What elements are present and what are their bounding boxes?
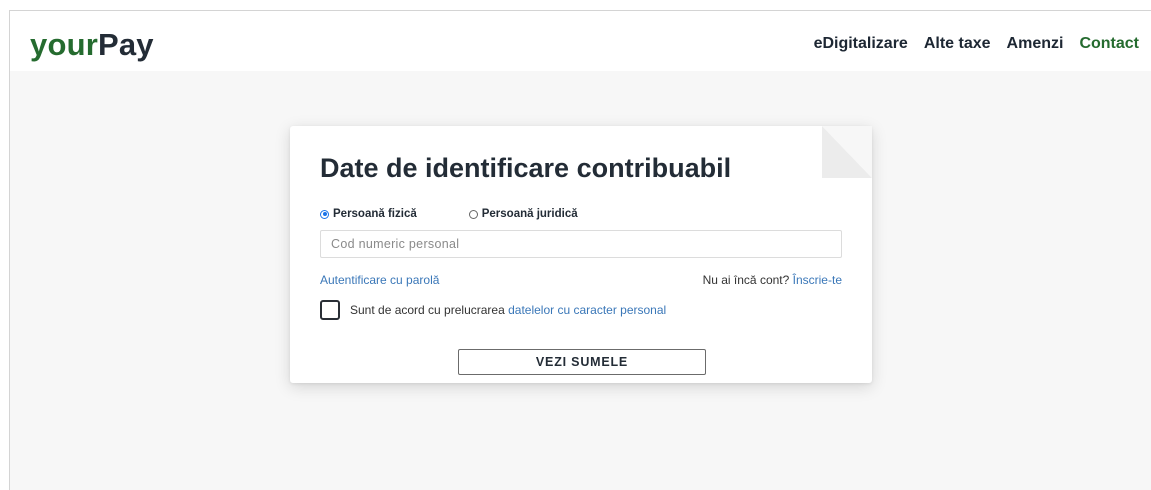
radio-individual[interactable]: Persoană fizică	[320, 208, 417, 220]
logo[interactable]: yourPay	[30, 27, 154, 63]
radio-company[interactable]: Persoană juridică	[468, 208, 578, 220]
signup-link[interactable]: Înscrie-te	[793, 273, 842, 287]
consent-checkbox[interactable]	[320, 300, 340, 320]
nav-amenzi[interactable]: Amenzi	[1007, 34, 1064, 54]
cnp-input[interactable]	[320, 230, 842, 258]
person-type-group: Persoană fizică Persoană juridică	[320, 208, 578, 220]
radio-unchecked-icon[interactable]	[468, 209, 478, 219]
logo-pay: Pay	[97, 27, 154, 62]
page-frame: yourPay eDigitalizare Alte taxe Amenzi C…	[9, 10, 1151, 490]
header: yourPay eDigitalizare Alte taxe Amenzi C…	[10, 11, 1151, 71]
nav-edigitalizare[interactable]: eDigitalizare	[814, 34, 908, 54]
radio-individual-label: Persoană fizică	[333, 208, 417, 220]
nav-contact[interactable]: Contact	[1079, 34, 1139, 54]
radio-company-label: Persoană juridică	[481, 208, 578, 220]
personal-data-link[interactable]: datelelor cu caracter personal	[508, 303, 666, 317]
see-amounts-button[interactable]: VEZI SUMELE	[458, 349, 706, 375]
radio-checked-icon[interactable]	[320, 209, 329, 219]
consent-label: Sunt de acord cu prelucrarea	[350, 303, 505, 317]
main-nav: eDigitalizare Alte taxe Amenzi Contact	[814, 34, 1139, 54]
consent-text: Sunt de acord cu prelucrarea datelelor c…	[350, 303, 666, 317]
password-login-link[interactable]: Autentificare cu parolă	[320, 273, 439, 287]
identification-card: Date de identificare contribuabil Persoa…	[290, 126, 872, 383]
page-fold-decoration	[822, 126, 872, 178]
form-title: Date de identificare contribuabil	[320, 153, 732, 183]
consent-row: Sunt de acord cu prelucrarea datelelor c…	[320, 300, 666, 320]
signup-prompt: Nu ai încă cont? Înscrie-te	[703, 272, 842, 288]
nav-alte-taxe[interactable]: Alte taxe	[924, 34, 991, 54]
logo-your: your	[30, 27, 98, 62]
auth-links-row: Autentificare cu parolă Nu ai încă cont?…	[320, 272, 842, 288]
no-account-text: Nu ai încă cont?	[702, 273, 790, 287]
